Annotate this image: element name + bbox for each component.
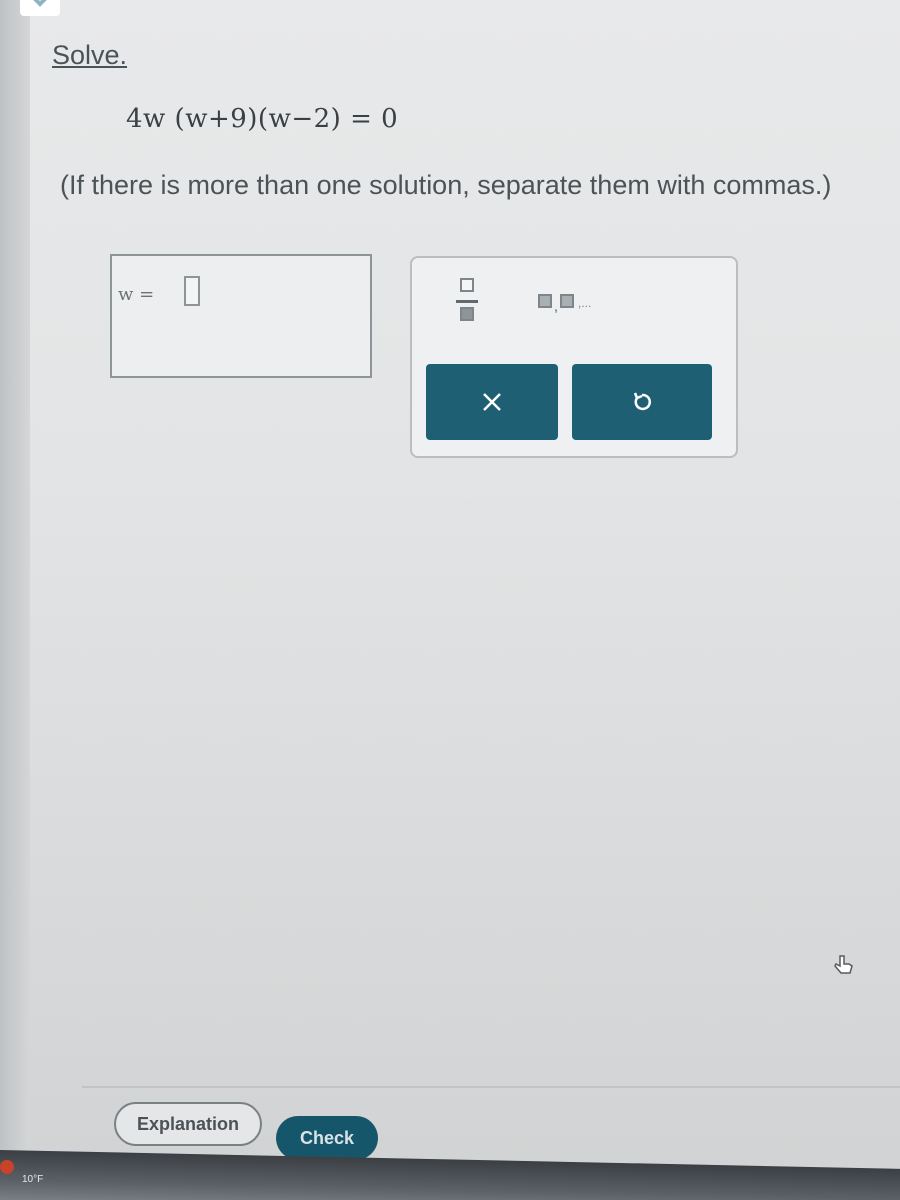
question-title: Solve. (52, 40, 128, 70)
undo-button[interactable] (572, 364, 712, 440)
answer-input[interactable] (184, 276, 200, 306)
screen-bezel (0, 0, 30, 1200)
weather-alert-icon (0, 1160, 14, 1174)
explanation-button[interactable]: Explanation (114, 1102, 262, 1146)
weather-temperature: 10°F (22, 1174, 44, 1185)
check-button[interactable]: Check (276, 1116, 378, 1160)
instruction-text: (If there is more than one solution, sep… (60, 170, 832, 200)
equation: 4w (w+9)(w−2) = 0 (126, 104, 399, 134)
answer-variable-label: w = (118, 284, 155, 305)
footer-divider (82, 1086, 900, 1088)
comma-list-button[interactable]: , ,... (538, 294, 628, 314)
fraction-button[interactable] (454, 276, 482, 332)
answer-box[interactable] (110, 254, 372, 378)
chevron-down-icon (33, 0, 47, 7)
clear-button[interactable] (426, 364, 558, 440)
collapse-chevron-button[interactable] (20, 0, 60, 16)
os-taskbar (0, 1150, 900, 1200)
mouse-pointer-icon (832, 952, 856, 983)
undo-icon (633, 392, 651, 411)
close-icon (483, 393, 501, 411)
